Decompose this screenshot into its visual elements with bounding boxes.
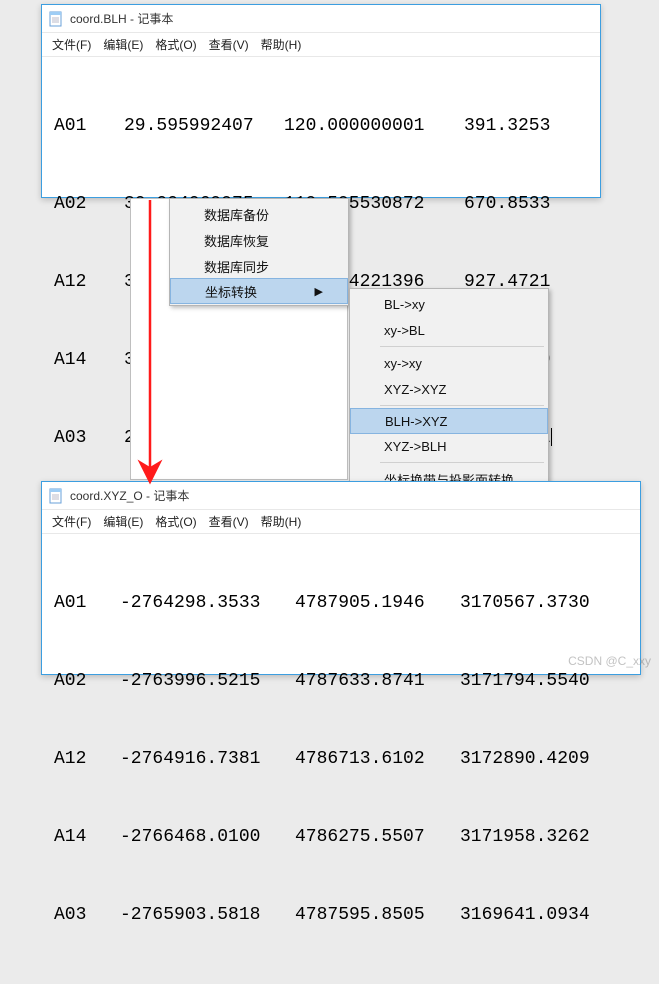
window-title: coord.XYZ_O - 记事本 — [70, 487, 189, 504]
context-menu-sub: BL->xy xy->BL xy->xy XYZ->XYZ BLH->XYZ X… — [349, 288, 549, 495]
notepad-icon — [48, 488, 64, 504]
table-row: A02-2763996.52154787633.87413171794.5540 — [50, 668, 632, 694]
titlebar[interactable]: coord.BLH - 记事本 — [42, 5, 600, 33]
menubar: 文件(F) 编辑(E) 格式(O) 查看(V) 帮助(H) — [42, 510, 640, 534]
menu-edit[interactable]: 编辑(E) — [99, 512, 147, 531]
notepad-window-xyz: coord.XYZ_O - 记事本 文件(F) 编辑(E) 格式(O) 查看(V… — [41, 481, 641, 675]
menu-view[interactable]: 查看(V) — [205, 512, 253, 531]
submenu-arrow-icon: ▶ — [315, 285, 323, 298]
menu-item-db-backup[interactable]: 数据库备份 — [170, 201, 348, 227]
menu-item-db-restore[interactable]: 数据库恢复 — [170, 227, 348, 253]
table-row: A0129.595992407120.000000001391.3253 — [50, 113, 592, 139]
menu-file[interactable]: 文件(F) — [48, 35, 95, 54]
menu-format[interactable]: 格式(O) — [151, 512, 200, 531]
notepad-window-blh: coord.BLH - 记事本 文件(F) 编辑(E) 格式(O) 查看(V) … — [41, 4, 601, 198]
titlebar[interactable]: coord.XYZ_O - 记事本 — [42, 482, 640, 510]
menu-help[interactable]: 帮助(H) — [257, 35, 306, 54]
menu-item-xy-bl[interactable]: xy->BL — [350, 317, 548, 343]
table-row: A01-2764298.35334787905.19463170567.3730 — [50, 590, 632, 616]
watermark: CSDN @C_xxy — [568, 654, 651, 668]
menubar: 文件(F) 编辑(E) 格式(O) 查看(V) 帮助(H) — [42, 33, 600, 57]
menu-item-xyz-xyz[interactable]: XYZ->XYZ — [350, 376, 548, 402]
menu-help[interactable]: 帮助(H) — [257, 512, 306, 531]
context-menu-main: 数据库备份 数据库恢复 数据库同步 坐标转换 ▶ — [169, 198, 349, 306]
menu-item-db-sync[interactable]: 数据库同步 — [170, 253, 348, 279]
menu-file[interactable]: 文件(F) — [48, 512, 95, 531]
menu-format[interactable]: 格式(O) — [151, 35, 200, 54]
notepad-icon — [48, 11, 64, 27]
table-row: A14-2766468.01004786275.55073171958.3262 — [50, 824, 632, 850]
menu-item-coord-transform[interactable]: 坐标转换 ▶ — [170, 278, 348, 304]
text-cursor — [551, 428, 552, 446]
text-content[interactable]: A01-2764298.35334787905.19463170567.3730… — [42, 534, 640, 984]
menu-separator — [380, 462, 544, 463]
table-row: A12-2764916.73814786713.61023172890.4209 — [50, 746, 632, 772]
menu-item-xy-xy[interactable]: xy->xy — [350, 350, 548, 376]
table-row: A03-2765903.58184787595.85053169641.0934 — [50, 902, 632, 928]
menu-item-xyz-blh[interactable]: XYZ->BLH — [350, 433, 548, 459]
menu-item-blh-xyz[interactable]: BLH->XYZ — [350, 408, 548, 434]
menu-item-bl-xy[interactable]: BL->xy — [350, 291, 548, 317]
menu-separator — [380, 346, 544, 347]
menu-view[interactable]: 查看(V) — [205, 35, 253, 54]
menu-edit[interactable]: 编辑(E) — [99, 35, 147, 54]
menu-separator — [380, 405, 544, 406]
window-title: coord.BLH - 记事本 — [70, 10, 173, 27]
